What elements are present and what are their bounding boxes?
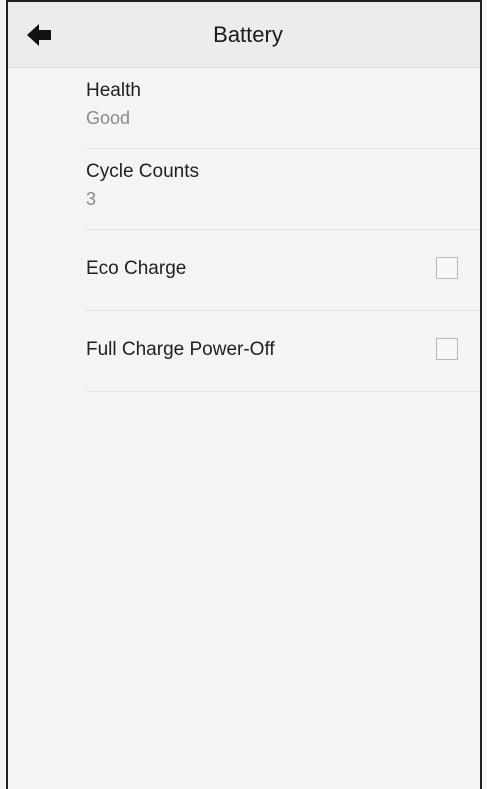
full-charge-power-off-checkbox[interactable] [436, 338, 458, 360]
health-value: Good [86, 108, 131, 128]
health-label: Health [86, 80, 141, 101]
back-button[interactable] [26, 22, 54, 48]
page-title: Battery [213, 21, 283, 47]
eco-charge-label: Eco Charge [86, 258, 187, 279]
battery-settings-screen: Battery Health Good Cycle Counts 3 Eco C… [6, 0, 482, 789]
cycle-counts-label: Cycle Counts [86, 161, 199, 182]
eco-charge-checkbox[interactable] [436, 257, 458, 279]
back-arrow-icon [27, 24, 51, 46]
health-item: Health Good [86, 68, 480, 149]
cycle-counts-value: 3 [86, 189, 97, 209]
full-charge-power-off-label: Full Charge Power-Off [86, 339, 275, 360]
eco-charge-item[interactable]: Eco Charge [86, 230, 480, 311]
full-charge-power-off-item[interactable]: Full Charge Power-Off [86, 311, 480, 392]
battery-settings-list: Health Good Cycle Counts 3 Eco Charge Fu… [8, 68, 480, 392]
cycle-counts-item: Cycle Counts 3 [86, 149, 480, 230]
app-bar: Battery [8, 2, 480, 68]
